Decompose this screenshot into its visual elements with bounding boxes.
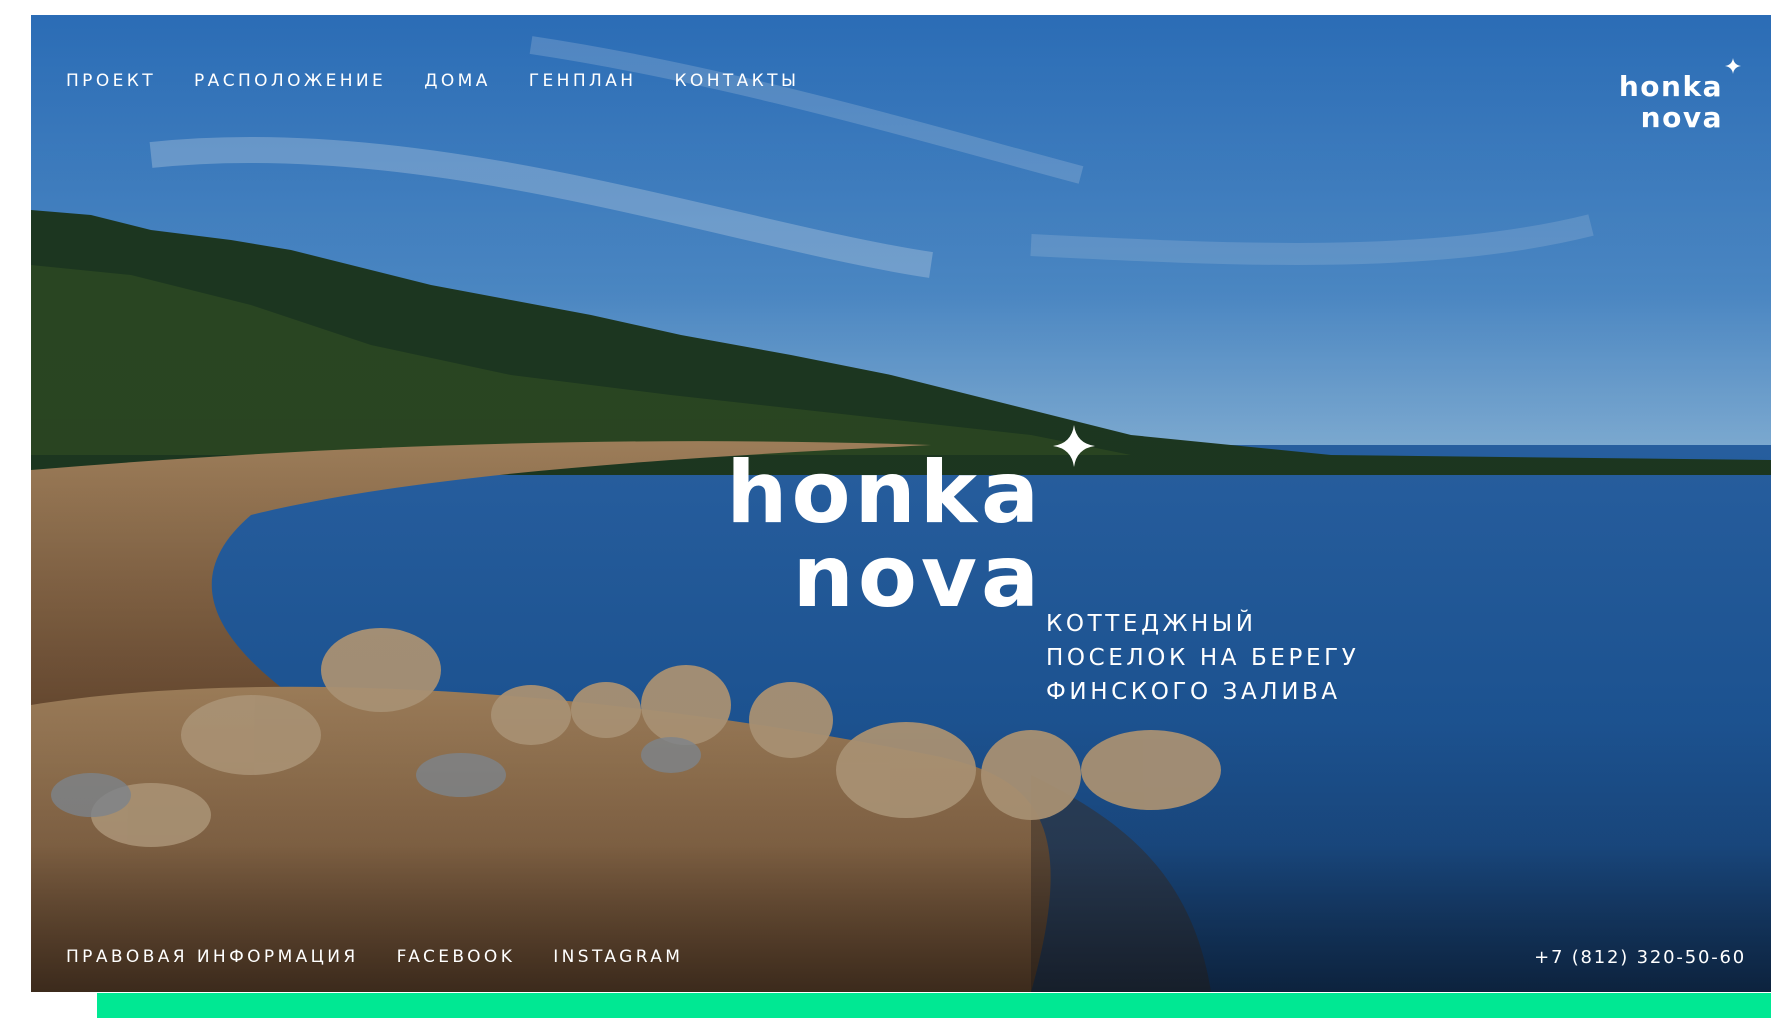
nav-link-houses[interactable]: ДОМА	[424, 71, 491, 91]
header-logo[interactable]: honka nova	[1618, 58, 1741, 138]
header-logo-line2: nova	[1640, 101, 1723, 134]
hero-logo: honka nova	[726, 410, 1101, 630]
nav-link-contacts[interactable]: КОНТАКТЫ	[674, 71, 799, 91]
nav-link-location[interactable]: РАСПОЛОЖЕНИЕ	[194, 71, 386, 91]
nav-link-project[interactable]: ПРОЕКТ	[66, 71, 156, 91]
tagline-line: ФИНСКОГО ЗАЛИВА	[1046, 679, 1341, 705]
phone-link[interactable]: +7 (812) 320-50-60	[1534, 947, 1746, 968]
hero-logo-line2: nova	[792, 527, 1043, 627]
sparkle-icon	[1725, 58, 1741, 74]
footer-nav: ПРАВОВАЯ ИНФОРМАЦИЯ FACEBOOK INSTAGRAM	[66, 947, 683, 967]
hero-tagline: КОТТЕДЖНЫЙ ПОСЕЛОК НА БЕРЕГУ ФИНСКОГО ЗА…	[1046, 607, 1359, 709]
hero-section: ПРОЕКТ РАСПОЛОЖЕНИЕ ДОМА ГЕНПЛАН КОНТАКТ…	[31, 15, 1771, 992]
accent-bar	[97, 993, 1771, 1018]
hero-logo-line1: honka	[726, 443, 1043, 543]
main-nav: ПРОЕКТ РАСПОЛОЖЕНИЕ ДОМА ГЕНПЛАН КОНТАКТ…	[66, 71, 799, 91]
footer-link-instagram[interactable]: INSTAGRAM	[553, 947, 683, 967]
tagline-line: КОТТЕДЖНЫЙ	[1046, 611, 1257, 637]
footer-link-legal[interactable]: ПРАВОВАЯ ИНФОРМАЦИЯ	[66, 947, 359, 967]
header-logo-line1: honka	[1618, 70, 1723, 103]
sparkle-icon	[1053, 425, 1095, 467]
nav-link-masterplan[interactable]: ГЕНПЛАН	[529, 71, 637, 91]
footer-link-facebook[interactable]: FACEBOOK	[397, 947, 516, 967]
tagline-line: ПОСЕЛОК НА БЕРЕГУ	[1046, 645, 1360, 671]
